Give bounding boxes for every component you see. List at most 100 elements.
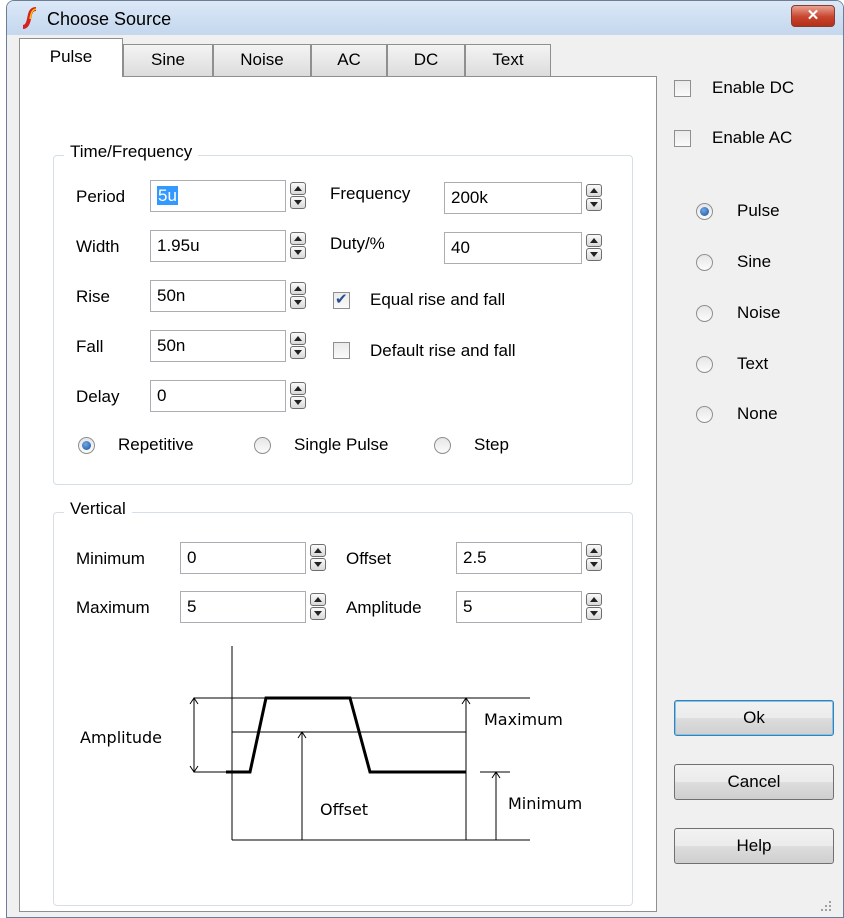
default-rise-fall-label[interactable]: Default rise and fall [370, 341, 516, 361]
frequency-up-icon[interactable] [586, 184, 602, 197]
duty-up-icon[interactable] [586, 234, 602, 247]
pulse-waveform-diagram [189, 646, 530, 841]
amplitude-up-icon[interactable] [586, 593, 602, 606]
minimum-up-icon[interactable] [310, 544, 326, 557]
offset-up-icon[interactable] [586, 544, 602, 557]
width-up-icon[interactable] [290, 232, 306, 245]
tab-text[interactable]: Text [465, 44, 551, 76]
rise-up-icon[interactable] [290, 282, 306, 295]
rise-label: Rise [76, 287, 111, 306]
offset-input[interactable]: 2.5 [456, 542, 582, 574]
fall-down-icon[interactable] [290, 346, 306, 359]
width-spinner[interactable] [290, 231, 308, 261]
width-label: Width [76, 237, 120, 256]
source-sine-radio[interactable] [696, 254, 713, 271]
duty-down-icon[interactable] [586, 248, 602, 261]
cancel-button[interactable]: Cancel [674, 764, 834, 800]
delay-label: Delay [76, 387, 120, 406]
rise-input[interactable]: 50n [150, 280, 286, 312]
maximum-spinner[interactable] [310, 592, 328, 622]
fall-up-icon[interactable] [290, 332, 306, 345]
maximum-up-icon[interactable] [310, 593, 326, 606]
source-none-label[interactable]: None [737, 404, 778, 424]
source-noise-label[interactable]: Noise [737, 303, 780, 323]
source-noise-radio[interactable] [696, 305, 713, 322]
fall-spinner[interactable] [290, 331, 308, 361]
equal-rise-fall-label[interactable]: Equal rise and fall [370, 290, 505, 310]
source-text-radio[interactable] [696, 356, 713, 373]
minimum-label: Minimum [76, 549, 145, 568]
help-button[interactable]: Help [674, 828, 834, 864]
duty-label: Duty/% [330, 234, 385, 253]
enable-dc-checkbox[interactable] [674, 80, 691, 97]
amplitude-down-icon[interactable] [586, 607, 602, 620]
period-up-icon[interactable] [290, 182, 306, 195]
title-bar[interactable]: Choose Source ✕ [7, 1, 843, 35]
fall-input[interactable]: 50n [150, 330, 286, 362]
period-spinner[interactable] [290, 181, 308, 211]
rise-spinner[interactable] [290, 281, 308, 311]
delay-up-icon[interactable] [290, 382, 306, 395]
ok-button[interactable]: Ok [674, 700, 834, 736]
window-title: Choose Source [47, 9, 172, 29]
source-sine-label[interactable]: Sine [737, 252, 771, 272]
source-text-label[interactable]: Text [737, 354, 768, 374]
tab-pulse[interactable]: Pulse [19, 38, 123, 77]
delay-down-icon[interactable] [290, 396, 306, 409]
repetitive-label[interactable]: Repetitive [118, 435, 194, 455]
enable-ac-label[interactable]: Enable AC [712, 128, 792, 148]
maximum-down-icon[interactable] [310, 607, 326, 620]
step-radio[interactable] [434, 437, 451, 454]
equal-rise-fall-checkbox[interactable] [333, 290, 350, 309]
tab-noise[interactable]: Noise [213, 44, 311, 76]
source-pulse-radio[interactable] [696, 203, 713, 220]
frequency-spinner[interactable] [586, 183, 604, 213]
diagram-maximum-label: Maximum [484, 710, 563, 729]
duty-spinner[interactable] [586, 233, 604, 263]
single-pulse-label[interactable]: Single Pulse [294, 435, 389, 455]
minimum-input[interactable]: 0 [180, 542, 306, 574]
diagram-amplitude-label: Amplitude [80, 728, 162, 747]
tab-ac[interactable]: AC [311, 44, 387, 76]
frequency-down-icon[interactable] [586, 198, 602, 211]
offset-label: Offset [346, 549, 392, 568]
width-input[interactable]: 1.95u [150, 230, 286, 262]
tab-dc[interactable]: DC [387, 44, 465, 76]
maximum-input[interactable]: 5 [180, 591, 306, 623]
step-label[interactable]: Step [474, 435, 509, 455]
vertical-label: Vertical [64, 499, 132, 519]
fall-label: Fall [76, 337, 104, 356]
amplitude-label: Amplitude [346, 598, 422, 617]
width-down-icon[interactable] [290, 246, 306, 259]
tab-sine[interactable]: Sine [123, 44, 213, 76]
minimum-spinner[interactable] [310, 543, 328, 573]
delay-input[interactable]: 0 [150, 380, 286, 412]
close-button[interactable]: ✕ [791, 5, 835, 27]
rise-down-icon[interactable] [290, 296, 306, 309]
frequency-input[interactable]: 200k [444, 182, 582, 214]
period-input[interactable]: 5u [150, 180, 286, 212]
offset-spinner[interactable] [586, 543, 604, 573]
default-rise-fall-checkbox[interactable] [333, 342, 350, 359]
single-pulse-radio[interactable] [254, 437, 271, 454]
offset-down-icon[interactable] [586, 558, 602, 571]
enable-ac-checkbox[interactable] [674, 130, 691, 147]
period-label: Period [76, 187, 126, 206]
diagram-offset-label: Offset [320, 800, 369, 819]
period-down-icon[interactable] [290, 196, 306, 209]
minimum-down-icon[interactable] [310, 558, 326, 571]
source-pulse-label[interactable]: Pulse [737, 201, 780, 221]
source-none-radio[interactable] [696, 406, 713, 423]
period-value: 5u [157, 186, 178, 205]
repetitive-radio[interactable] [78, 437, 95, 454]
enable-dc-label[interactable]: Enable DC [712, 78, 794, 98]
resize-grip-icon[interactable] [820, 900, 832, 912]
amplitude-spinner[interactable] [586, 592, 604, 622]
diagram-minimum-label: Minimum [508, 794, 583, 813]
time-frequency-label: Time/Frequency [64, 142, 199, 162]
amplitude-input[interactable]: 5 [456, 591, 582, 623]
app-logo-icon [22, 7, 37, 29]
delay-spinner[interactable] [290, 381, 308, 411]
maximum-label: Maximum [76, 598, 150, 617]
duty-input[interactable]: 40 [444, 232, 582, 264]
